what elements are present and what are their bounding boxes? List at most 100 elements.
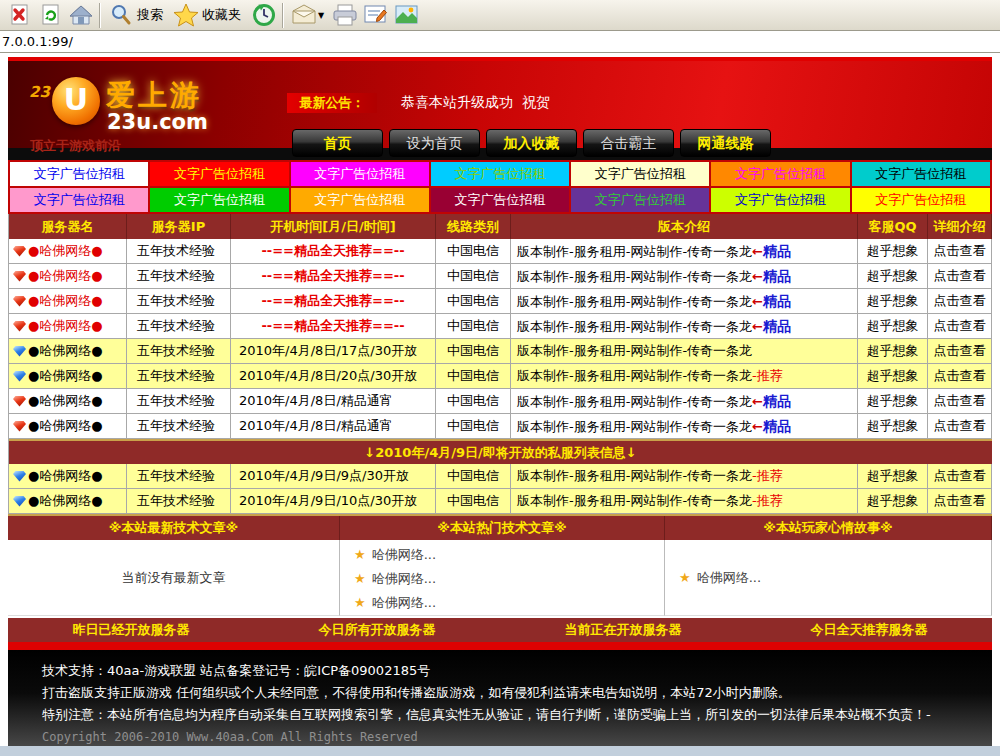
detail-link-cell[interactable]: 点击查看	[928, 364, 992, 389]
upcoming-separator: ↓2010年/4月/9日/即将开放的私服列表信息↓	[9, 439, 992, 464]
detail-link-cell[interactable]: 点击查看	[928, 489, 992, 514]
nav-button[interactable]: 网通线路	[680, 129, 771, 157]
server-ip-cell: 五年技术经验	[127, 314, 231, 339]
table-rows-after: ●哈佛网络●五年技术经验2010年/4月/9日/9点/30开放中国电信版本制作-…	[9, 464, 992, 514]
detail-link-cell[interactable]: 点击查看	[928, 314, 992, 339]
server-name-cell[interactable]: ●哈佛网络●	[9, 464, 127, 489]
ad-slot[interactable]: 文字广告位招租	[150, 162, 288, 186]
ad-slot[interactable]: 文字广告位招租	[431, 188, 569, 212]
column-header: 详细介绍	[928, 214, 992, 239]
quick-link[interactable]: 今日所有开放服务器	[254, 618, 500, 642]
ad-slot[interactable]: 文字广告位招租	[852, 188, 990, 212]
service-qq-cell: 超乎想象	[858, 314, 928, 339]
nav-button[interactable]: 首页	[292, 129, 383, 157]
server-row: ●哈佛网络●五年技术经验2010年/4月/8日/17点/30开放中国电信版本制作…	[9, 339, 992, 364]
quick-link[interactable]: 当前正在开放服务器	[500, 618, 746, 642]
version-cell[interactable]: 版本制作-服务租用-网站制作-传奇一条龙-推荐	[511, 489, 858, 514]
ad-slot[interactable]: 文字广告位招租	[711, 162, 849, 186]
server-name: ●哈佛网络●	[28, 389, 103, 413]
favorites-icon[interactable]	[171, 2, 200, 29]
detail-link-cell[interactable]: 点击查看	[928, 414, 992, 439]
print-icon[interactable]	[330, 2, 359, 29]
home-icon[interactable]	[66, 2, 95, 29]
nav-button[interactable]: 设为首页	[389, 129, 480, 157]
detail-link-cell[interactable]: 点击查看	[928, 289, 992, 314]
player-stories-header: ※本站玩家心情故事※	[665, 516, 992, 540]
detail-link-cell[interactable]: 点击查看	[928, 264, 992, 289]
server-name-cell[interactable]: ●哈佛网络●	[9, 239, 127, 264]
column-header: 服务器IP	[127, 214, 231, 239]
version-cell[interactable]: 版本制作-服务租用-网站制作-传奇一条龙←精品	[511, 314, 858, 339]
favorites-label[interactable]: 收藏夹	[202, 6, 241, 24]
nav-button[interactable]: 合击霸主	[583, 129, 674, 157]
version-cell[interactable]: 版本制作-服务租用-网站制作-传奇一条龙←精品	[511, 264, 858, 289]
ad-slot[interactable]: 文字广告位招租	[571, 188, 709, 212]
detail-link-cell[interactable]: 点击查看	[928, 239, 992, 264]
mail-icon[interactable]	[289, 2, 318, 29]
search-icon[interactable]	[106, 2, 135, 29]
detail-link-cell[interactable]: 点击查看	[928, 464, 992, 489]
footer-support-line: 技术支持：40aa-游戏联盟 站点备案登记号：皖ICP备09002185号	[42, 660, 992, 682]
ad-slot[interactable]: 文字广告位招租	[571, 162, 709, 186]
version-extra: -推荐	[752, 368, 783, 383]
footer-copyright: Copyright 2006-2010 Www.40aa.Com All Rig…	[42, 726, 992, 748]
address-text[interactable]: 7.0.0.1:99/	[2, 34, 73, 49]
server-row: ●哈佛网络●五年技术经验--==精品全天推荐==--中国电信版本制作-服务租用-…	[9, 239, 992, 264]
detail-link-cell[interactable]: 点击查看	[928, 389, 992, 414]
mail-dropdown-caret[interactable]: ▼	[318, 11, 324, 20]
server-name: ●哈佛网络●	[28, 264, 103, 288]
edit-icon[interactable]	[361, 2, 390, 29]
version-cell[interactable]: 版本制作-服务租用-网站制作-传奇一条龙←精品	[511, 289, 858, 314]
server-name-cell[interactable]: ●哈佛网络●	[9, 289, 127, 314]
version-cell[interactable]: 版本制作-服务租用-网站制作-传奇一条龙←精品	[511, 414, 858, 439]
article-link[interactable]: ★哈佛网络...	[354, 543, 664, 567]
refresh-icon[interactable]	[35, 2, 64, 29]
search-label[interactable]: 搜索	[137, 6, 163, 24]
site-tagline: 顶立于游戏前沿	[30, 137, 121, 155]
red-gem-icon	[13, 296, 26, 307]
server-ip-cell: 五年技术经验	[127, 239, 231, 264]
server-name-cell[interactable]: ●哈佛网络●	[9, 364, 127, 389]
ad-slot[interactable]: 文字广告位招租	[431, 162, 569, 186]
logo-23-text: 23	[29, 83, 50, 101]
version-cell[interactable]: 版本制作-服务租用-网站制作-传奇一条龙-推荐	[511, 464, 858, 489]
version-cell[interactable]: 版本制作-服务租用-网站制作-传奇一条龙←精品	[511, 389, 858, 414]
version-cell[interactable]: 版本制作-服务租用-网站制作-传奇一条龙-推荐	[511, 364, 858, 389]
ad-slot[interactable]: 文字广告位招租	[10, 162, 148, 186]
article-link[interactable]: ★哈佛网络...	[354, 591, 664, 615]
server-name-cell[interactable]: ●哈佛网络●	[9, 489, 127, 514]
server-name-cell[interactable]: ●哈佛网络●	[9, 414, 127, 439]
nav-button[interactable]: 加入收藏	[486, 129, 577, 157]
server-name: ●哈佛网络●	[28, 464, 103, 488]
open-time-cell: --==精品全天推荐==--	[231, 289, 436, 314]
stop-icon[interactable]	[4, 2, 33, 29]
ad-slot[interactable]: 文字广告位招租	[10, 188, 148, 212]
ad-slot[interactable]: 文字广告位招租	[291, 162, 429, 186]
server-ip-cell: 五年技术经验	[127, 364, 231, 389]
latest-articles-header: ※本站最新技术文章※	[8, 516, 340, 540]
server-ip-cell: 五年技术经验	[127, 414, 231, 439]
version-cell[interactable]: 版本制作-服务租用-网站制作-传奇一条龙←精品	[511, 239, 858, 264]
address-bar[interactable]: 7.0.0.1:99/	[0, 31, 1000, 53]
detail-link-cell[interactable]: 点击查看	[928, 339, 992, 364]
server-name-cell[interactable]: ●哈佛网络●	[9, 389, 127, 414]
server-name-cell[interactable]: ●哈佛网络●	[9, 264, 127, 289]
server-name: ●哈佛网络●	[28, 364, 103, 388]
server-ip-cell: 五年技术经验	[127, 389, 231, 414]
ad-slot[interactable]: 文字广告位招租	[150, 188, 288, 212]
ad-slot[interactable]: 文字广告位招租	[711, 188, 849, 212]
server-name-cell[interactable]: ●哈佛网络●	[9, 314, 127, 339]
quick-link[interactable]: 昨日已经开放服务器	[8, 618, 254, 642]
quick-link[interactable]: 今日全天推荐服务器	[746, 618, 992, 642]
version-cell[interactable]: 版本制作-服务租用-网站制作-传奇一条龙	[511, 339, 858, 364]
ad-slot[interactable]: 文字广告位招租	[852, 162, 990, 186]
red-divider	[8, 642, 992, 650]
server-name: ●哈佛网络●	[28, 414, 103, 438]
blue-gem-icon	[13, 496, 26, 507]
article-link[interactable]: ★哈佛网络...	[679, 566, 761, 590]
server-name-cell[interactable]: ●哈佛网络●	[9, 339, 127, 364]
article-link[interactable]: ★哈佛网络...	[354, 567, 664, 591]
messenger-icon[interactable]	[392, 2, 421, 29]
history-icon[interactable]	[249, 2, 278, 29]
ad-slot[interactable]: 文字广告位招租	[291, 188, 429, 212]
